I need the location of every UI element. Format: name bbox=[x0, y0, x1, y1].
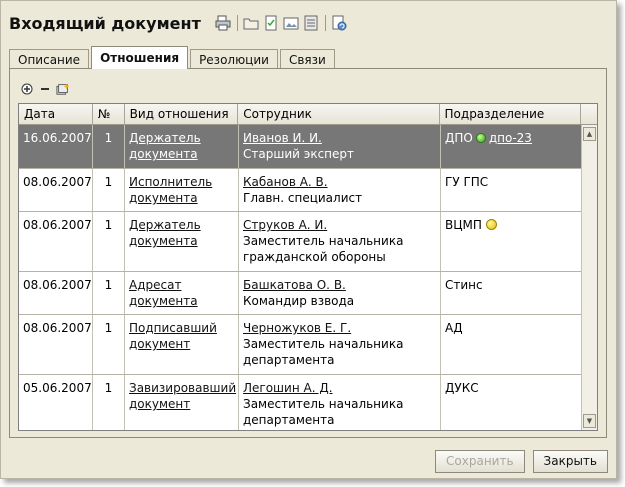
toolbar-separator bbox=[236, 15, 238, 31]
tab-strip: Описание Отношения Резолюции Связи bbox=[9, 46, 337, 69]
relation-link[interactable]: Исполнитель документа bbox=[129, 175, 212, 205]
table-row[interactable]: 05.06.2007 1 Завизировавший документ Лег… bbox=[19, 375, 597, 430]
table-row[interactable]: 16.06.2007 1 Держатель документа Иванов … bbox=[19, 125, 597, 169]
add-icon[interactable] bbox=[20, 82, 34, 96]
cell-number: 1 bbox=[93, 125, 125, 168]
employee-title: Заместитель начальника департамента bbox=[243, 337, 404, 367]
scroll-up-icon[interactable]: ▲ bbox=[583, 127, 596, 141]
relation-link[interactable]: Адресат документа bbox=[129, 278, 198, 308]
remove-icon[interactable] bbox=[38, 82, 52, 96]
cell-employee: Черножуков Е. Г. Заместитель начальника … bbox=[239, 315, 441, 374]
column-header-relation-type[interactable]: Вид отношения bbox=[124, 104, 239, 124]
toolbar-separator bbox=[324, 15, 326, 31]
cell-date: 16.06.2007 bbox=[19, 125, 93, 168]
grid-header: Дата № Вид отношения Сотрудник Подраздел… bbox=[19, 104, 597, 125]
save-button[interactable]: Сохранить bbox=[435, 450, 525, 473]
employee-title: Старший эксперт bbox=[243, 147, 354, 161]
department-name: ВЦМП bbox=[445, 218, 482, 232]
cell-date: 05.06.2007 bbox=[19, 375, 93, 430]
cell-date: 08.06.2007 bbox=[19, 169, 93, 211]
relation-link[interactable]: Держатель документа bbox=[129, 218, 201, 248]
employee-link[interactable]: Башкатова О. В. bbox=[243, 278, 346, 292]
footer-buttons: Сохранить Закрыть bbox=[427, 450, 608, 473]
scroll-down-icon[interactable]: ▼ bbox=[583, 414, 596, 428]
status-yellow-icon bbox=[485, 219, 497, 230]
cell-relation: Завизировавший документ bbox=[125, 375, 239, 430]
relation-link[interactable]: Держатель документа bbox=[129, 131, 201, 161]
refresh-icon[interactable] bbox=[331, 15, 347, 31]
department-name: ГУ ГПС bbox=[445, 175, 489, 189]
cell-department: ВЦМП bbox=[441, 212, 583, 271]
employee-link[interactable]: Струков А. И. bbox=[243, 218, 327, 232]
add-relation-icon[interactable] bbox=[56, 82, 70, 96]
cell-date: 08.06.2007 bbox=[19, 212, 93, 271]
relation-link[interactable]: Подписавший документ bbox=[129, 321, 217, 351]
table-row[interactable]: 08.06.2007 1 Адресат документа Башкатова… bbox=[19, 272, 597, 315]
cell-number: 1 bbox=[93, 212, 125, 271]
cell-department: Стинс bbox=[441, 272, 583, 314]
employee-link[interactable]: Кабанов А. В. bbox=[243, 175, 328, 189]
folder-icon[interactable] bbox=[243, 15, 259, 31]
cell-employee: Башкатова О. В. Командир взвода bbox=[239, 272, 441, 314]
print-icon[interactable] bbox=[215, 15, 231, 31]
relations-panel: Дата № Вид отношения Сотрудник Подраздел… bbox=[9, 68, 607, 438]
title-bar: Входящий документ bbox=[9, 11, 351, 35]
column-header-date[interactable]: Дата bbox=[19, 104, 93, 124]
cell-department: ГУ ГПС bbox=[441, 169, 583, 211]
column-header-spacer bbox=[581, 104, 597, 124]
column-header-number[interactable]: № bbox=[92, 104, 125, 124]
cell-relation: Подписавший документ bbox=[125, 315, 239, 374]
tab-links[interactable]: Связи bbox=[279, 49, 335, 69]
cell-date: 08.06.2007 bbox=[19, 315, 93, 374]
cell-number: 1 bbox=[93, 375, 125, 430]
cell-date: 08.06.2007 bbox=[19, 272, 93, 314]
cell-employee: Струков А. И. Заместитель начальника гра… bbox=[239, 212, 441, 271]
table-row[interactable]: 08.06.2007 1 Подписавший документ Чернож… bbox=[19, 315, 597, 375]
cell-relation: Адресат документа bbox=[125, 272, 239, 314]
department-name: АД bbox=[445, 321, 463, 335]
table-row[interactable]: 08.06.2007 1 Держатель документа Струков… bbox=[19, 212, 597, 272]
employee-link[interactable]: Черножуков Е. Г. bbox=[243, 321, 351, 335]
department-link[interactable]: дпо-23 bbox=[489, 131, 532, 145]
cell-department: ДУКС bbox=[441, 375, 583, 430]
status-green-icon bbox=[475, 132, 486, 143]
cell-number: 1 bbox=[93, 272, 125, 314]
vertical-scrollbar[interactable]: ▲ ▼ bbox=[581, 125, 597, 430]
relations-grid: Дата № Вид отношения Сотрудник Подраздел… bbox=[18, 103, 598, 431]
cell-employee: Иванов И. И. Старший эксперт bbox=[239, 125, 441, 168]
cell-relation: Держатель документа bbox=[125, 212, 239, 271]
close-button[interactable]: Закрыть bbox=[532, 450, 608, 473]
department-name: Стинс bbox=[445, 278, 483, 292]
column-header-department[interactable]: Подразделение bbox=[439, 104, 582, 124]
incoming-document-window: Входящий документ Описание Отношения Рез… bbox=[0, 0, 617, 479]
cell-number: 1 bbox=[93, 315, 125, 374]
cell-number: 1 bbox=[93, 169, 125, 211]
employee-title: Заместитель начальника гражданской оборо… bbox=[243, 234, 404, 264]
department-name: ДПО bbox=[445, 131, 473, 145]
panel-toolbar bbox=[20, 81, 74, 97]
employee-link[interactable]: Легошин А. Д. bbox=[243, 381, 333, 395]
cell-employee: Легошин А. Д. Заместитель начальника деп… bbox=[239, 375, 441, 430]
cell-employee: Кабанов А. В. Главн. специалист bbox=[239, 169, 441, 211]
relation-link[interactable]: Завизировавший документ bbox=[129, 381, 236, 411]
list-icon[interactable] bbox=[303, 15, 319, 31]
image-icon[interactable] bbox=[283, 15, 299, 31]
tab-description[interactable]: Описание bbox=[9, 49, 90, 69]
department-name: ДУКС bbox=[445, 381, 479, 395]
window-title: Входящий документ bbox=[9, 13, 201, 33]
cell-relation: Держатель документа bbox=[125, 125, 239, 168]
tab-relations[interactable]: Отношения bbox=[91, 46, 189, 69]
cell-department: ДПО дпо-23 bbox=[441, 125, 583, 168]
cell-relation: Исполнитель документа bbox=[125, 169, 239, 211]
employee-title: Заместитель начальника департамента bbox=[243, 397, 404, 427]
document-check-icon[interactable] bbox=[263, 15, 279, 31]
tab-resolutions[interactable]: Резолюции bbox=[190, 49, 278, 69]
column-header-employee[interactable]: Сотрудник bbox=[238, 104, 440, 124]
employee-link[interactable]: Иванов И. И. bbox=[243, 131, 322, 145]
cell-department: АД bbox=[441, 315, 583, 374]
table-row[interactable]: 08.06.2007 1 Исполнитель документа Кабан… bbox=[19, 169, 597, 212]
employee-title: Главн. специалист bbox=[243, 191, 363, 205]
employee-title: Командир взвода bbox=[243, 294, 355, 308]
